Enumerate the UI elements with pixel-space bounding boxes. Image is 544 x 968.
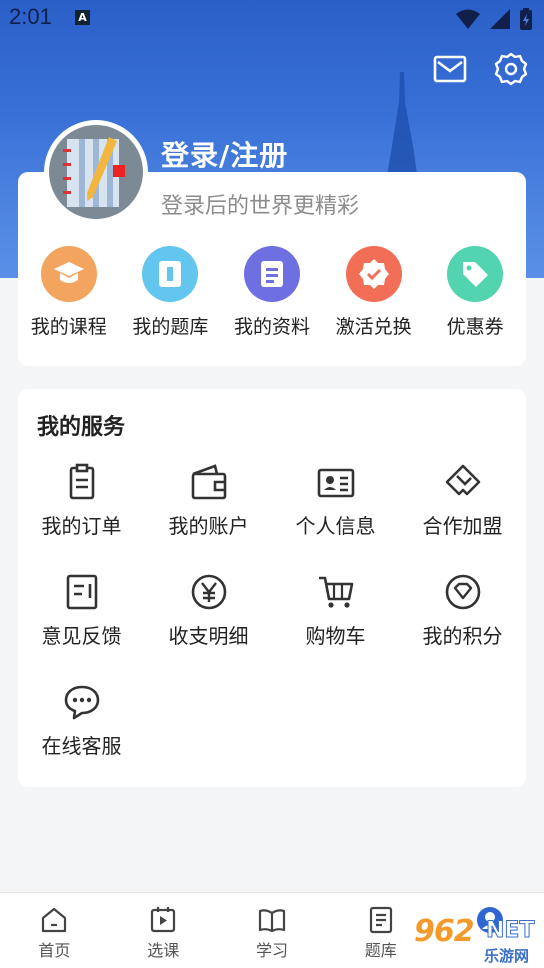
course-select-icon (151, 907, 176, 933)
document-icon (243, 246, 300, 302)
battery-icon (520, 8, 532, 30)
settings-gear-icon[interactable] (494, 52, 528, 86)
watermark-number: 962 (414, 914, 475, 949)
tab-course-select[interactable]: 选课 (109, 893, 218, 968)
notebook-pencil-icon (63, 137, 125, 207)
quick-action-my-materials[interactable]: 我的资料 (221, 246, 323, 339)
service-label: 意见反馈 (41, 624, 122, 648)
quick-action-my-question-bank[interactable]: 我的题库 (120, 246, 222, 339)
status-time: 2:01 (9, 4, 52, 29)
service-shopping-cart[interactable]: 购物车 (272, 572, 399, 682)
question-bank-icon (142, 246, 199, 302)
service-label: 合作加盟 (422, 514, 503, 538)
book-icon (258, 909, 286, 933)
badge-check-icon (345, 246, 402, 302)
tab-label: 题库 (364, 941, 397, 960)
message-icon[interactable] (433, 54, 467, 84)
question-bank-tab-icon (369, 906, 392, 934)
yen-icon (191, 574, 226, 610)
service-label: 购物车 (305, 624, 366, 648)
tab-study[interactable]: 学习 (218, 893, 327, 968)
service-transactions[interactable]: 收支明细 (145, 572, 272, 682)
site-watermark: 962 NET 乐游网 (414, 912, 544, 968)
service-my-orders[interactable]: 我的订单 (18, 462, 145, 572)
quick-action-coupons[interactable]: 优惠券 (424, 246, 526, 339)
watermark-site: 乐游网 (484, 947, 530, 965)
cart-icon (318, 576, 353, 608)
service-my-account[interactable]: 我的账户 (145, 462, 272, 572)
church-spire-decoration (386, 72, 418, 182)
service-label: 个人信息 (295, 514, 376, 538)
graduation-cap-icon (40, 246, 97, 302)
watermark-net: NET (485, 918, 535, 944)
service-label: 我的积分 (422, 624, 503, 648)
status-bar: 2:01 A (0, 0, 544, 36)
tag-icon (447, 246, 504, 302)
avatar[interactable] (44, 120, 148, 224)
quick-action-label: 我的课程 (30, 316, 107, 338)
service-feedback[interactable]: 意见反馈 (18, 572, 145, 682)
service-my-points[interactable]: 我的积分 (399, 572, 526, 682)
quick-action-my-courses[interactable]: 我的课程 (18, 246, 120, 339)
login-register-link[interactable]: 登录/注册 (161, 134, 288, 174)
service-personal-info[interactable]: 个人信息 (272, 462, 399, 572)
notification-badge: A (75, 10, 90, 25)
quick-action-label: 优惠券 (446, 316, 504, 338)
service-label: 我的账户 (168, 514, 249, 538)
home-icon (42, 907, 67, 933)
quick-action-label: 激活兑换 (335, 316, 412, 338)
wallet-icon (191, 464, 226, 500)
service-label: 我的订单 (41, 514, 122, 538)
id-card-icon (317, 468, 354, 498)
quick-action-activate-redeem[interactable]: 激活兑换 (323, 246, 425, 339)
tab-home[interactable]: 首页 (0, 893, 109, 968)
service-partnership[interactable]: 合作加盟 (399, 462, 526, 572)
clipboard-icon (69, 463, 94, 500)
service-online-support[interactable]: 在线客服 (18, 682, 145, 792)
tab-label: 学习 (255, 941, 288, 960)
chat-icon (64, 685, 99, 720)
services-title: 我的服务 (37, 415, 126, 440)
signal-icon (490, 9, 510, 29)
quick-actions: 我的课程 我的题库 我的资料 激活兑换 优惠券 (18, 246, 526, 339)
avatar-image (49, 125, 143, 219)
quick-action-label: 我的资料 (233, 316, 310, 338)
tab-label: 选课 (147, 941, 180, 960)
login-subtitle: 登录后的世界更精彩 (161, 194, 360, 219)
handshake-icon (445, 464, 480, 496)
wifi-icon (456, 9, 480, 29)
tab-label: 首页 (38, 941, 71, 960)
services-grid: 我的订单 我的账户 个人信息 合作加盟 意见反馈 收支明细 购物车 我的积分 在… (18, 462, 526, 792)
status-icons (456, 8, 532, 30)
quick-action-label: 我的题库 (132, 316, 209, 338)
service-label: 收支明细 (168, 624, 249, 648)
points-icon (445, 574, 480, 610)
service-label: 在线客服 (41, 734, 122, 758)
feedback-icon (66, 574, 97, 610)
